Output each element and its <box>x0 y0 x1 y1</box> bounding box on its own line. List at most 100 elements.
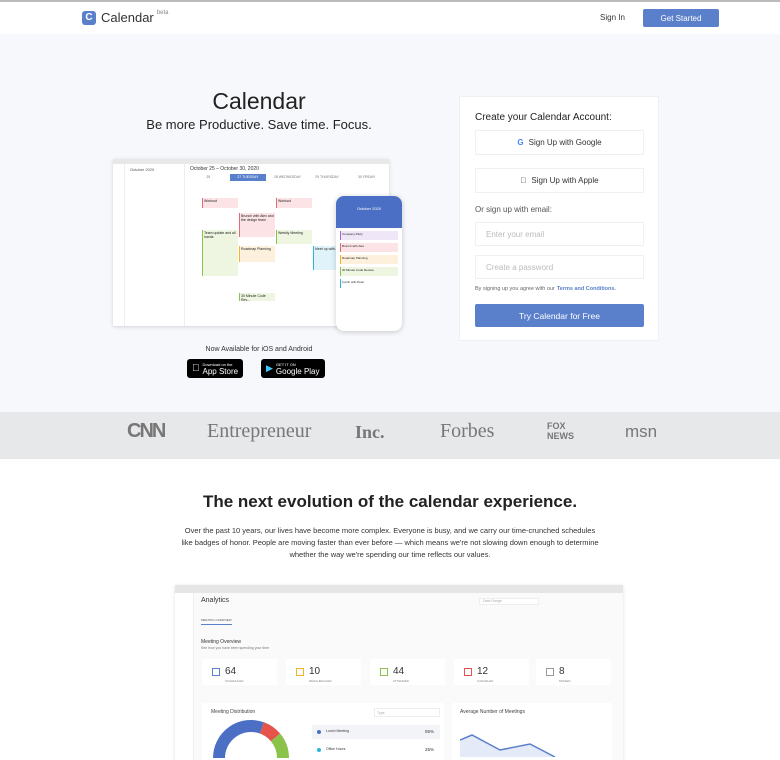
phone-event: Company Party <box>340 231 398 240</box>
calendar-logo-icon: C <box>82 10 96 25</box>
average-meetings-title: Average Number of Meetings <box>460 709 525 715</box>
calendar-cancel-icon <box>464 668 472 676</box>
donut-segment <box>270 733 290 759</box>
section-body: Over the past 10 years, our lives have b… <box>181 526 599 559</box>
hero-title: Calendar <box>212 88 306 114</box>
stat-card: 44 ATTENDED <box>370 659 445 685</box>
mini-month: October 2020 <box>130 167 155 172</box>
stat-card: 8 MISSED <box>536 659 611 685</box>
legend-name: Lunch Meeting <box>326 729 349 733</box>
phone-event: 30 Minute Code Review <box>340 267 398 276</box>
calendar-missed-icon <box>546 668 554 676</box>
legend-name: Office Hours <box>326 747 346 751</box>
legend-dot <box>317 748 321 752</box>
badge-text: Google Play <box>275 366 320 376</box>
fox-news-logo: FOX NEWS <box>547 421 574 441</box>
date-range-field: Date Range <box>479 598 539 605</box>
stat-value: 8 <box>559 666 565 677</box>
week-range: October 25 – October 30, 2020 <box>190 166 259 172</box>
play-icon: ▶ <box>266 363 273 373</box>
or-email-label: Or sign up with email: <box>475 205 552 214</box>
email-input[interactable] <box>475 222 644 246</box>
badge-text: App Store <box>195 366 239 376</box>
phone-event: Roadmap Planning <box>340 255 398 264</box>
button-label: Sign Up with Google <box>528 138 602 147</box>
terms-text: By signing up you agree with our Terms an… <box>475 286 616 292</box>
donut-segment <box>259 722 281 742</box>
stat-card: 10 RESCHEDULED <box>286 659 361 685</box>
apple-signup-button[interactable]: Sign Up with Apple <box>475 168 644 193</box>
day-tab: 30 FRIDAY <box>357 175 376 179</box>
header: C Calendar beta Sign In Get Started <box>0 2 780 34</box>
stat-card: 64 SCHEDULED <box>202 659 277 685</box>
password-input[interactable] <box>475 255 644 279</box>
app-store-badge[interactable]:  Download on theApp Store <box>187 359 244 378</box>
event: Brunch with Alex and the design team <box>239 213 275 237</box>
legend-item: Lunch Meeting 55% <box>312 725 440 739</box>
donut-chart <box>213 720 290 759</box>
phone-header: October 2020 <box>336 196 402 228</box>
phone-event: Brunch with Alex <box>340 243 398 252</box>
tab-meeting-overview: MEETING OVERVIEW <box>201 618 232 625</box>
stat-value: 10 <box>309 666 321 677</box>
event: Weekly Meeting <box>276 230 312 244</box>
calendar-attended-icon <box>380 668 388 676</box>
stat-label: ATTENDED <box>393 679 409 683</box>
event: Workout <box>276 198 312 208</box>
calendar-check-icon <box>212 668 220 676</box>
event: Team update and all hands <box>202 230 238 276</box>
get-started-button[interactable]: Get Started <box>643 9 719 27</box>
analytics-title: Analytics <box>201 597 230 604</box>
badge-small-text: Download on the <box>195 361 233 367</box>
day-tab: 28 WEDNESDAY <box>273 175 302 179</box>
stat-value: 44 <box>393 666 405 677</box>
calendar-reschedule-icon <box>296 668 304 676</box>
google-play-badge[interactable]: ▶ GET IT ON Google Play <box>261 359 325 378</box>
phone-screenshot: October 2020 Company Party Brunch with A… <box>336 196 402 331</box>
stat-card: 12 CANCELED <box>454 659 529 685</box>
terms-link[interactable]: Terms and Conditions. <box>557 286 616 292</box>
signup-title: Create your Calendar Account: <box>475 112 612 123</box>
type-select: Type <box>374 708 440 717</box>
legend-pct: 25% <box>424 747 434 752</box>
overview-heading: Meeting Overview <box>201 639 242 645</box>
google-icon: G <box>517 138 524 147</box>
stat-label: RESCHEDULED <box>309 679 332 683</box>
google-signup-button[interactable]: G Sign Up with Google <box>475 130 644 155</box>
signup-card: Create your Calendar Account: G Sign Up w… <box>459 96 659 341</box>
beta-badge: beta <box>156 10 169 16</box>
line-chart <box>460 734 556 757</box>
forbes-logo: Forbes <box>440 420 495 442</box>
hero-subtitle: Be more Productive. Save time. Focus. <box>146 117 372 132</box>
terms-label: By signing up you agree with our <box>475 286 555 292</box>
sign-in-link[interactable]: Sign In <box>600 13 625 22</box>
average-meetings-panel: Average Number of Meetings <box>452 703 612 760</box>
section-title: The next evolution of the calendar exper… <box>202 492 578 511</box>
legend-item: Office Hours 25% <box>312 743 440 757</box>
logo-text: Calendar <box>101 10 154 25</box>
day-tab: 25 <box>206 175 211 179</box>
button-label: Sign Up with Apple <box>528 176 598 185</box>
cnn-logo: CNN <box>127 420 166 442</box>
stat-value: 12 <box>477 666 489 677</box>
stat-value: 64 <box>225 666 237 677</box>
distribution-panel: Meeting Distribution Type Lunch Meeting 5… <box>202 703 444 760</box>
analytics-screenshot: Analytics Date Range MEETING OVERVIEW Me… <box>175 585 623 760</box>
logo[interactable]: C Calendar beta <box>82 10 168 25</box>
legend-dot <box>317 730 321 734</box>
entrepreneur-logo: Entrepreneur <box>207 420 312 442</box>
available-text: Now Available for iOS and Android <box>205 346 313 353</box>
event: Workout <box>202 198 238 208</box>
phone-event: Lunch with Peter <box>340 279 398 288</box>
event: Roadmap Planning <box>239 246 275 262</box>
stat-label: MISSED <box>559 679 571 683</box>
apple-icon:  <box>520 176 526 185</box>
press-logos: CNN Entrepreneur Inc. Forbes FOX NEWS ms… <box>0 412 780 459</box>
try-free-button[interactable]: Try Calendar for Free <box>475 304 644 327</box>
day-tab: 27 TUESDAY <box>229 174 267 181</box>
event: 30 Minute Code Rev... <box>239 293 275 302</box>
overview-subheading: See how you have been spending your time <box>201 646 270 650</box>
distribution-title: Meeting Distribution <box>211 709 256 715</box>
stat-label: SCHEDULED <box>225 679 244 683</box>
donut-segment <box>213 720 264 759</box>
